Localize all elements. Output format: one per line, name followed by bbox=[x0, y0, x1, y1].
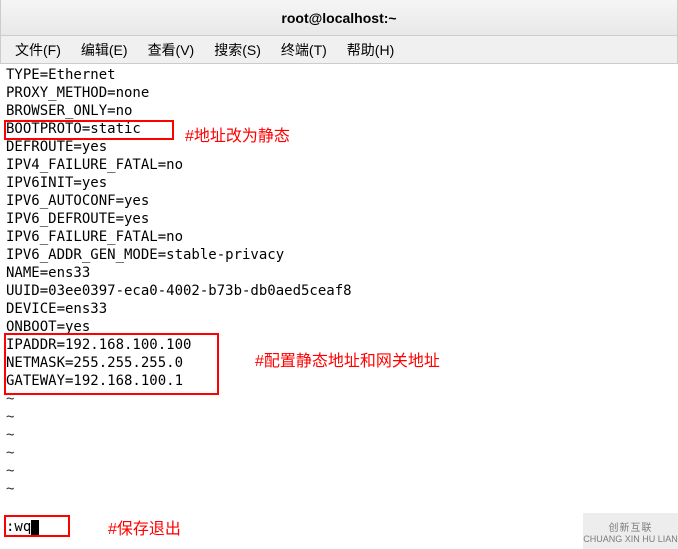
config-line: IPV4_FAILURE_FATAL=no bbox=[6, 156, 672, 174]
config-line: PROXY_METHOD=none bbox=[6, 84, 672, 102]
vim-command-text: :wq bbox=[6, 519, 31, 535]
vim-tilde: ~ bbox=[6, 480, 672, 498]
menu-bar: 文件(F) 编辑(E) 查看(V) 搜索(S) 终端(T) 帮助(H) bbox=[0, 36, 678, 64]
config-line: DEVICE=ens33 bbox=[6, 300, 672, 318]
menu-file[interactable]: 文件(F) bbox=[5, 37, 71, 63]
watermark-sub: CHUANG XIN HU LIAN bbox=[583, 534, 678, 544]
config-line: IPV6INIT=yes bbox=[6, 174, 672, 192]
watermark: 创新互联 CHUANG XIN HU LIAN bbox=[583, 513, 678, 549]
vim-tilde: ~ bbox=[6, 408, 672, 426]
terminal-area[interactable]: TYPE=Ethernet PROXY_METHOD=none BROWSER_… bbox=[0, 64, 678, 500]
annotation-save-exit: #保存退出 bbox=[108, 515, 181, 539]
config-line: BOOTPROTO=static bbox=[6, 120, 672, 138]
annotation-static-addr: #地址改为静态 bbox=[185, 122, 290, 146]
config-line: IPV6_FAILURE_FATAL=no bbox=[6, 228, 672, 246]
config-line: GATEWAY=192.168.100.1 bbox=[6, 372, 672, 390]
menu-terminal[interactable]: 终端(T) bbox=[271, 37, 337, 63]
vim-tilde: ~ bbox=[6, 462, 672, 480]
vim-command-line[interactable]: :wq bbox=[6, 519, 39, 535]
vim-tilde: ~ bbox=[6, 390, 672, 408]
vim-tilde: ~ bbox=[6, 426, 672, 444]
vim-tilde: ~ bbox=[6, 444, 672, 462]
menu-search[interactable]: 搜索(S) bbox=[204, 37, 271, 63]
menu-view[interactable]: 查看(V) bbox=[138, 37, 205, 63]
config-line: UUID=03ee0397-eca0-4002-b73b-db0aed5ceaf… bbox=[6, 282, 672, 300]
watermark-brand: 创新互联 bbox=[609, 519, 653, 534]
config-line: NAME=ens33 bbox=[6, 264, 672, 282]
config-line: ONBOOT=yes bbox=[6, 318, 672, 336]
window-titlebar: root@localhost:~ bbox=[0, 0, 678, 36]
menu-help[interactable]: 帮助(H) bbox=[337, 37, 404, 63]
config-line: DEFROUTE=yes bbox=[6, 138, 672, 156]
config-line: IPV6_DEFROUTE=yes bbox=[6, 210, 672, 228]
config-line: IPV6_AUTOCONF=yes bbox=[6, 192, 672, 210]
config-line: IPV6_ADDR_GEN_MODE=stable-privacy bbox=[6, 246, 672, 264]
menu-edit[interactable]: 编辑(E) bbox=[71, 37, 138, 63]
config-line: TYPE=Ethernet bbox=[6, 66, 672, 84]
window-title: root@localhost:~ bbox=[281, 10, 396, 26]
config-line: BROWSER_ONLY=no bbox=[6, 102, 672, 120]
annotation-ip-config: #配置静态地址和网关地址 bbox=[255, 347, 440, 371]
cursor-icon bbox=[31, 520, 39, 535]
